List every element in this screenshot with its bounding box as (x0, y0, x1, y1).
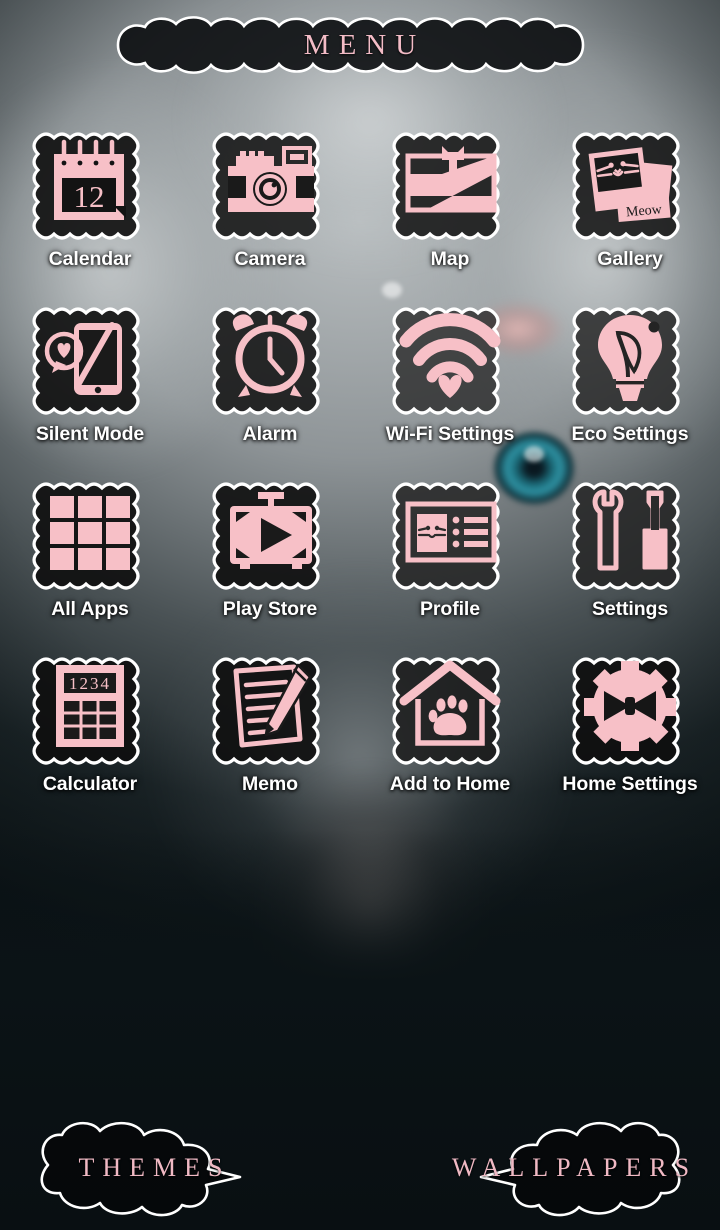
app-tile-eco-settings[interactable]: Eco Settings (540, 293, 720, 468)
silent-mode-icon (32, 307, 140, 415)
page-title: MENU (303, 28, 426, 61)
profile-card-icon (392, 482, 500, 590)
icon-row: All Apps Play Store Profile Settings (0, 468, 720, 643)
wallpapers-button[interactable]: WALLPAPERS (428, 1113, 713, 1223)
gallery-photo-caption: Meow (625, 202, 663, 220)
play-store-icon (212, 482, 320, 590)
app-tile-calculator[interactable]: 1234 Calculator (0, 643, 180, 818)
app-label: Calendar (48, 248, 132, 270)
app-label: Eco Settings (571, 423, 689, 445)
icon-row: 1234 Calculator Memo Add to Home Home Se… (0, 643, 720, 818)
gear-bow-icon (572, 657, 680, 765)
app-label: Silent Mode (35, 423, 145, 445)
app-tile-wifi-settings[interactable]: Wi-Fi Settings (360, 293, 540, 468)
all-apps-grid-icon (32, 482, 140, 590)
app-label: Alarm (242, 423, 298, 445)
launcher-menu-screen: MENU 12 Calendar Camera Map Meow Gallery… (0, 0, 720, 1230)
calendar-icon: 12 (32, 132, 140, 240)
app-tile-memo[interactable]: Memo (180, 643, 360, 818)
memo-pencil-icon (212, 657, 320, 765)
app-tile-silent-mode[interactable]: Silent Mode (0, 293, 180, 468)
app-tile-map[interactable]: Map (360, 118, 540, 293)
camera-icon (212, 132, 320, 240)
app-label: Play Store (222, 598, 318, 620)
tools-icon (572, 482, 680, 590)
map-icon (392, 132, 500, 240)
app-tile-camera[interactable]: Camera (180, 118, 360, 293)
bottom-bar: THEMES WALLPAPERS (0, 1105, 720, 1230)
app-tile-profile[interactable]: Profile (360, 468, 540, 643)
app-tile-alarm[interactable]: Alarm (180, 293, 360, 468)
app-label: Calculator (42, 773, 138, 795)
app-label: Wi-Fi Settings (385, 423, 515, 445)
gallery-icon: Meow (572, 132, 680, 240)
app-label: All Apps (51, 598, 129, 620)
app-label: Memo (242, 773, 298, 795)
themes-button[interactable]: THEMES (8, 1113, 293, 1223)
app-label: Settings (591, 598, 669, 620)
app-tile-home-settings[interactable]: Home Settings (540, 643, 720, 818)
app-label: Map (430, 248, 470, 270)
wifi-icon (392, 307, 501, 415)
icon-row: 12 Calendar Camera Map Meow Gallery (0, 118, 720, 293)
icon-row: Silent Mode Alarm Wi-Fi Settings Eco Set… (0, 293, 720, 468)
calculator-display-value: 1234 (69, 674, 111, 693)
calendar-day-number: 12 (74, 179, 105, 214)
app-label: Home Settings (562, 773, 698, 795)
app-tile-play-store[interactable]: Play Store (180, 468, 360, 643)
wallpapers-button-label: WALLPAPERS (451, 1153, 698, 1182)
app-tile-add-to-home[interactable]: Add to Home (360, 643, 540, 818)
themes-button-label: THEMES (78, 1153, 231, 1182)
app-icon-grid: 12 Calendar Camera Map Meow Gallery Sile… (0, 118, 720, 818)
app-tile-settings[interactable]: Settings (540, 468, 720, 643)
house-paw-icon (392, 657, 501, 765)
app-tile-calendar[interactable]: 12 Calendar (0, 118, 180, 293)
app-label: Gallery (597, 248, 663, 270)
menu-header-banner: MENU (88, 14, 632, 76)
app-tile-gallery[interactable]: Meow Gallery (540, 118, 720, 293)
alarm-clock-icon (212, 307, 320, 415)
eco-lightbulb-icon (572, 307, 680, 415)
app-label: Add to Home (389, 773, 511, 795)
app-label: Camera (234, 248, 306, 270)
app-tile-all-apps[interactable]: All Apps (0, 468, 180, 643)
app-label: Profile (420, 598, 480, 620)
calculator-icon: 1234 (32, 657, 140, 765)
